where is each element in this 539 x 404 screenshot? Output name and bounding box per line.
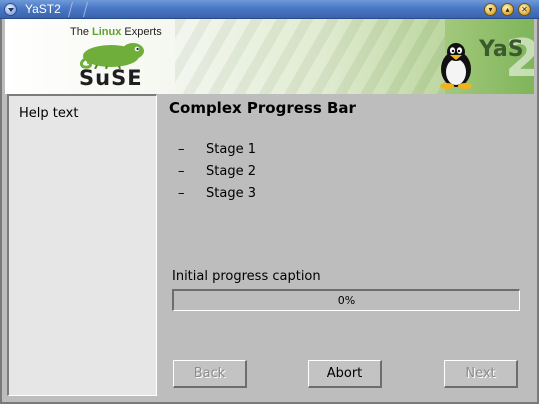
stage-label: Stage 3	[206, 186, 256, 201]
window-menu-icon[interactable]	[4, 3, 17, 16]
stage-item: – Stage 1	[178, 142, 256, 157]
penguin-icon	[440, 43, 472, 89]
help-pane[interactable]: Help text	[7, 94, 157, 396]
next-button[interactable]: Next	[444, 360, 518, 388]
back-button-label: Back	[193, 366, 226, 381]
banner-keyboard-background	[175, 19, 445, 94]
chameleon-logo-icon	[79, 43, 144, 69]
title-grip-decoration	[67, 2, 89, 17]
stage-bullet: –	[178, 164, 185, 179]
close-icon[interactable]: ✕	[518, 3, 531, 16]
stage-label: Stage 1	[206, 142, 256, 157]
abort-button[interactable]: Abort	[308, 360, 382, 388]
back-button[interactable]: Back	[173, 360, 247, 388]
tagline-suffix: Experts	[121, 26, 162, 38]
help-text: Help text	[19, 106, 79, 121]
title-bar[interactable]: YaST2 ▾ ▴ ✕	[0, 0, 539, 19]
stage-item: – Stage 3	[178, 186, 256, 201]
window-title: YaST2	[25, 2, 61, 16]
stage-item: – Stage 2	[178, 164, 256, 179]
next-button-label: Next	[465, 366, 496, 381]
progress-bar: 0%	[172, 289, 520, 311]
progress-caption: Initial progress caption	[172, 269, 321, 284]
minimize-icon[interactable]: ▾	[484, 3, 497, 16]
banner-tagline: The Linux Experts	[70, 26, 162, 38]
abort-button-label: Abort	[326, 366, 363, 381]
suse-banner: The Linux Experts SuSE 2 YaS	[5, 19, 534, 94]
maximize-icon[interactable]: ▴	[501, 3, 514, 16]
tagline-accent: Linux	[92, 26, 122, 38]
page-title: Complex Progress Bar	[169, 99, 356, 117]
stage-bullet: –	[178, 186, 185, 201]
yast-wordmark: YaS	[479, 37, 524, 62]
stage-label: Stage 2	[206, 164, 256, 179]
suse-wordmark: SuSE	[79, 66, 143, 90]
stage-bullet: –	[178, 142, 185, 157]
tagline-prefix: The	[70, 26, 93, 38]
progress-percent-label: 0%	[337, 294, 356, 307]
